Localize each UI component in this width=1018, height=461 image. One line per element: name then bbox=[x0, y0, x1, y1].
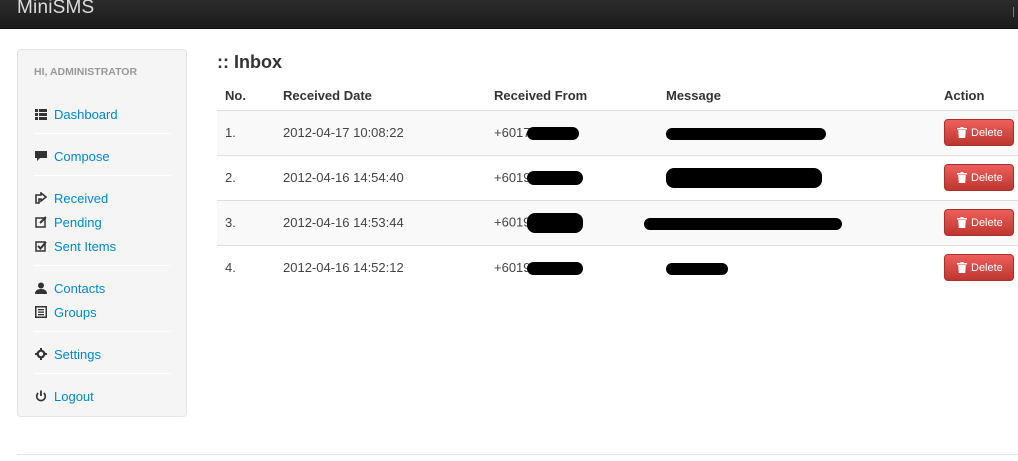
delete-button-label: Delete bbox=[971, 171, 1003, 184]
received-date: 2012-04-16 14:54:40 bbox=[275, 154, 486, 200]
received-from-cell: +6019 bbox=[486, 154, 658, 200]
trash-icon bbox=[957, 217, 967, 228]
action-cell: Delete bbox=[944, 199, 1018, 245]
off-icon bbox=[34, 390, 47, 403]
navbar-right-item[interactable] bbox=[1013, 7, 1018, 17]
sidebar-divider bbox=[34, 265, 171, 266]
sidebar-item-dashboard[interactable]: Dashboard bbox=[34, 105, 118, 123]
sidebar-item-label: Received bbox=[54, 190, 109, 206]
sidebar-item-received[interactable]: Received bbox=[34, 189, 108, 207]
message-cell bbox=[644, 199, 944, 245]
list-alt-icon bbox=[34, 306, 47, 319]
check-icon bbox=[34, 240, 47, 253]
redaction-mark bbox=[526, 127, 579, 141]
sidebar-item-label: Groups bbox=[54, 304, 97, 320]
share-icon bbox=[34, 192, 47, 205]
sender-number: +6019 bbox=[494, 169, 531, 185]
row-number: 2. bbox=[217, 154, 275, 200]
delete-button[interactable]: Delete bbox=[944, 254, 1014, 282]
sender-number: +6019 bbox=[494, 213, 531, 229]
row-number: 4. bbox=[217, 244, 275, 290]
sidebar-item-logout[interactable]: Logout bbox=[34, 387, 94, 405]
delete-button-label: Delete bbox=[971, 261, 1003, 274]
action-cell: Delete bbox=[944, 109, 1018, 155]
sidebar-item-label: Dashboard bbox=[54, 106, 118, 122]
received-date: 2012-04-16 14:52:12 bbox=[275, 244, 486, 290]
sidebar-divider bbox=[34, 133, 171, 134]
received-from-cell: +6019 bbox=[486, 199, 658, 245]
delete-button[interactable]: Delete bbox=[944, 164, 1014, 191]
sender-number: +6017 bbox=[494, 124, 531, 140]
message-cell bbox=[658, 154, 944, 200]
action-cell: Delete bbox=[944, 154, 1018, 200]
sidebar-divider bbox=[34, 373, 171, 374]
table-row: 1. 2012-04-17 10:08:22 +6017 Delete bbox=[217, 109, 1018, 155]
action-cell: Delete bbox=[944, 244, 1018, 290]
redaction-mark bbox=[666, 167, 822, 188]
brand-logo[interactable]: MiniSMS bbox=[17, 0, 94, 19]
sidebar-item-pending[interactable]: Pending bbox=[34, 213, 102, 231]
row-number: 1. bbox=[217, 109, 275, 155]
sidebar-item-label: Pending bbox=[54, 214, 102, 230]
cog-icon bbox=[34, 348, 47, 361]
sidebar-divider bbox=[34, 175, 171, 176]
trash-icon bbox=[957, 172, 967, 183]
table-header-row: No. Received Date Received From Message … bbox=[217, 82, 1018, 111]
trash-icon bbox=[957, 262, 967, 274]
redaction-mark bbox=[526, 262, 583, 276]
sidebar-item-groups[interactable]: Groups bbox=[34, 303, 97, 321]
sidebar-divider bbox=[34, 331, 171, 332]
sidebar-item-label: Settings bbox=[54, 346, 101, 362]
delete-button[interactable]: Delete bbox=[944, 209, 1014, 236]
top-navbar: MiniSMS bbox=[0, 0, 1018, 29]
page-title: :: Inbox bbox=[217, 52, 282, 72]
edit-icon bbox=[34, 216, 47, 229]
list-icon bbox=[34, 108, 47, 121]
column-header-message: Message bbox=[658, 82, 944, 111]
message-cell bbox=[658, 109, 944, 155]
redaction-mark bbox=[526, 171, 583, 186]
redaction-mark bbox=[666, 262, 728, 275]
column-header-action: Action bbox=[944, 82, 1018, 111]
redaction-mark bbox=[666, 127, 826, 140]
sidebar-item-contacts[interactable]: Contacts bbox=[34, 279, 105, 297]
column-header-received-date: Received Date bbox=[275, 82, 486, 111]
sidebar-item-sent-items[interactable]: Sent Items bbox=[34, 237, 116, 255]
table-row: 4. 2012-04-16 14:52:12 +6019 Delete bbox=[217, 244, 1018, 290]
sidebar-item-label: Sent Items bbox=[54, 238, 117, 254]
sidebar-item-label: Contacts bbox=[54, 280, 106, 296]
table-row: 2. 2012-04-16 14:54:40 +6019 Delete bbox=[217, 154, 1018, 200]
delete-button-label: Delete bbox=[971, 216, 1003, 229]
delete-button-label: Delete bbox=[971, 126, 1003, 139]
redaction-mark bbox=[526, 212, 583, 233]
received-from-cell: +6017 bbox=[486, 109, 658, 155]
received-date: 2012-04-16 14:53:44 bbox=[275, 199, 486, 245]
sidebar-greeting: HI, ADMINISTRATOR bbox=[34, 66, 138, 78]
redaction-mark bbox=[644, 217, 842, 230]
trash-icon bbox=[957, 127, 967, 138]
user-icon bbox=[34, 282, 47, 295]
sender-number: +6019 bbox=[494, 260, 531, 276]
delete-button[interactable]: Delete bbox=[944, 119, 1014, 146]
sidebar-nav: HI, ADMINISTRATOR Dashboard Compose Rece… bbox=[17, 49, 187, 417]
footer-divider bbox=[17, 454, 1018, 455]
comment-icon bbox=[34, 150, 47, 163]
table-row: 3. 2012-04-16 14:53:44 +6019 Delete bbox=[217, 199, 1018, 245]
message-cell bbox=[658, 244, 944, 290]
sidebar-item-label: Logout bbox=[54, 388, 94, 404]
inbox-table: No. Received Date Received From Message … bbox=[217, 82, 1018, 290]
row-number: 3. bbox=[217, 199, 275, 245]
received-from-cell: +6019 bbox=[486, 244, 658, 290]
column-header-received-from: Received From bbox=[486, 82, 658, 111]
sidebar-item-settings[interactable]: Settings bbox=[34, 345, 101, 363]
sidebar-item-compose[interactable]: Compose bbox=[34, 147, 110, 165]
sidebar-item-label: Compose bbox=[54, 148, 110, 164]
received-date: 2012-04-17 10:08:22 bbox=[275, 109, 486, 155]
column-header-no: No. bbox=[217, 82, 275, 111]
